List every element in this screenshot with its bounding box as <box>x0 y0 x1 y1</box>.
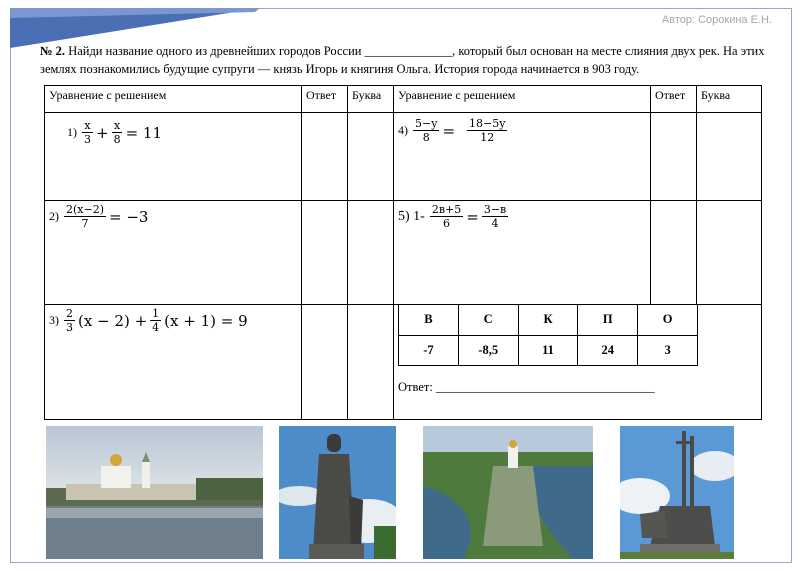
equation-2: 2) 2(x−2) 7 = −3 <box>49 203 149 230</box>
header-letter: Буква <box>347 85 394 113</box>
key-letter: О <box>637 304 698 336</box>
key-value: 11 <box>517 334 579 366</box>
equations-table: Уравнение с решением Ответ Буква Уравнен… <box>44 85 762 420</box>
equation-3-cell: 3) 23 (x − 2) + 14 (x + 1) = 9 <box>44 304 302 420</box>
equation-3: 3) 23 (x − 2) + 14 (x + 1) = 9 <box>49 307 248 334</box>
kremlin-photo <box>46 426 263 559</box>
key-letter: В <box>398 304 459 336</box>
answer-cell-4[interactable] <box>650 112 697 201</box>
header-answer: Ответ <box>301 85 348 113</box>
letter-cell-2[interactable] <box>347 200 394 305</box>
answer-cell-5[interactable] <box>650 200 697 305</box>
key-letter: П <box>577 304 639 336</box>
key-letter: С <box>457 304 519 336</box>
equation-5: 5) 1- 2в+5 6 = 3−в 4 <box>398 203 509 230</box>
header-letter: Буква <box>696 85 762 113</box>
letter-cell-1[interactable] <box>347 112 394 201</box>
key-values-row: -7 -8,5 11 24 3 <box>398 334 698 366</box>
letter-cell-5[interactable] <box>696 200 762 305</box>
table-row: 2) 2(x−2) 7 = −3 5) 1- 2в+5 6 = 3−в 4 <box>44 200 762 305</box>
task-body: Найди название одного из древнейших горо… <box>40 44 765 76</box>
equation-1-cell: 1) x3 + x8 = 11 <box>44 112 302 201</box>
answer-cell-1[interactable] <box>301 112 348 201</box>
table-row: 1) x3 + x8 = 11 4) 5−y 8 = 18−5y 12 <box>44 112 762 201</box>
task-number: № 2. <box>40 44 66 58</box>
letter-key-table: В С К П О -7 -8,5 11 24 3 <box>398 304 698 366</box>
river-aerial-photo <box>423 426 593 559</box>
key-value: 24 <box>577 334 639 366</box>
task-text: № 2. Найди название одного из древнейших… <box>40 42 765 78</box>
key-value: 3 <box>637 334 698 366</box>
key-letter: К <box>517 304 579 336</box>
answer-line[interactable]: Ответ: _________________________________… <box>398 380 655 395</box>
answer-cell-3[interactable] <box>301 304 348 420</box>
letter-cell-4[interactable] <box>696 112 762 201</box>
statue-photo <box>279 426 396 559</box>
key-value: -8,5 <box>457 334 519 366</box>
table-header-row: Уравнение с решением Ответ Буква Уравнен… <box>44 85 762 113</box>
author-label: Автор: Сорокина Е.Н. <box>661 14 772 26</box>
equation-1: 1) x3 + x8 = 11 <box>67 119 163 146</box>
equation-4-cell: 4) 5−y 8 = 18−5y 12 <box>393 112 651 201</box>
header-equation: Уравнение с решением <box>44 85 302 113</box>
header-answer: Ответ <box>650 85 697 113</box>
key-value: -7 <box>398 334 459 366</box>
equation-2-cell: 2) 2(x−2) 7 = −3 <box>44 200 302 305</box>
letter-cell-3[interactable] <box>347 304 394 420</box>
header-equation: Уравнение с решением <box>393 85 651 113</box>
monument-photo <box>620 426 734 559</box>
key-letters-row: В С К П О <box>398 304 698 336</box>
equation-4: 4) 5−y 8 = 18−5y 12 <box>398 117 508 144</box>
answer-cell-2[interactable] <box>301 200 348 305</box>
equation-5-cell: 5) 1- 2в+5 6 = 3−в 4 <box>393 200 651 305</box>
